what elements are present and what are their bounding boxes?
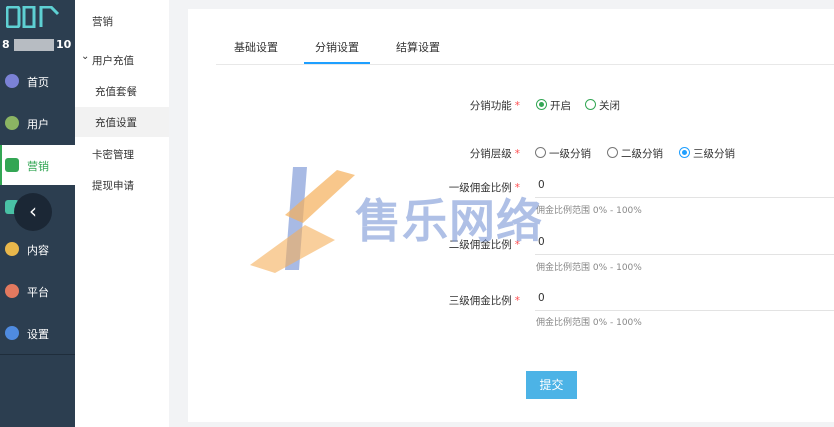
tab-distribution[interactable]: 分销设置 (315, 39, 359, 55)
nav-item-home[interactable]: 首页 (0, 61, 75, 101)
watermark-logo-icon (250, 167, 355, 273)
submenu-item-label: 充值套餐 (95, 86, 137, 98)
submit-button[interactable]: 提交 (526, 371, 577, 399)
submenu-title-label: 营销 (92, 16, 113, 28)
nav-item-label: 营销 (27, 160, 49, 173)
tabs-divider (216, 64, 834, 65)
account-id: 8 10 (0, 38, 75, 52)
marketing-icon (5, 158, 19, 172)
submenu-item-label: 充值设置 (95, 117, 137, 129)
main-sidebar: 8 10 首页 用户 营销 应用 内容 平台 设置 ‹ (0, 0, 75, 427)
settings-icon (5, 326, 19, 340)
nav-item-label: 内容 (27, 244, 49, 257)
submenu-group-recharge[interactable]: ⌄ 用户充值 (75, 45, 169, 75)
radio-unchecked-icon (585, 99, 596, 110)
nav-item-content[interactable]: 内容 (0, 229, 75, 269)
radio-checked-icon (536, 99, 547, 110)
chevron-down-icon: ⌄ (81, 51, 90, 62)
tab-settlement[interactable]: 结算设置 (396, 39, 440, 55)
rate2-input[interactable]: 0 (535, 234, 834, 255)
rate3-label: 三级佣金比例 * (448, 295, 520, 307)
nav-item-label: 平台 (27, 286, 49, 299)
submenu-item-card-management[interactable]: 卡密管理 (75, 139, 169, 169)
nav-item-marketing[interactable]: 营销 (0, 145, 75, 185)
account-id-prefix: 8 (2, 38, 10, 51)
radio-unchecked-icon (607, 147, 618, 158)
radio-checked-icon (679, 147, 690, 158)
submenu-item-recharge-package[interactable]: 充值套餐 (75, 76, 169, 106)
account-id-mask (14, 39, 54, 51)
required-mark: * (514, 295, 520, 307)
level-label: 分销层级 * (469, 148, 520, 160)
rate3-hint: 佣金比例范围 0% - 100% (536, 318, 642, 328)
required-mark: * (514, 148, 520, 160)
nav-item-label: 用户 (27, 118, 49, 131)
submenu-title: 营销 (75, 6, 169, 36)
submenu-item-label: 提现申请 (92, 180, 134, 192)
logo-icon (6, 6, 60, 28)
radio-unchecked-icon (535, 147, 546, 158)
rate2-hint: 佣金比例范围 0% - 100% (536, 263, 642, 273)
submenu: 营销 ⌄ 用户充值 充值套餐 充值设置 卡密管理 提现申请 (75, 0, 169, 427)
nav-item-user[interactable]: 用户 (0, 103, 75, 143)
function-label: 分销功能 * (469, 100, 520, 112)
submenu-group-label: 用户充值 (92, 55, 134, 67)
collapse-sidebar-button[interactable]: ‹ (14, 193, 52, 231)
watermark-text: 售乐网络 (355, 194, 543, 248)
content-icon (5, 242, 19, 256)
rate3-input[interactable]: 0 (535, 290, 834, 311)
nav-item-platform[interactable]: 平台 (0, 271, 75, 311)
submenu-item-label: 卡密管理 (92, 149, 134, 161)
nav-item-settings[interactable]: 设置 (0, 313, 75, 353)
required-mark: * (514, 100, 520, 112)
account-id-suffix: 10 (56, 38, 72, 51)
submenu-item-withdraw[interactable]: 提现申请 (75, 170, 169, 200)
submenu-item-recharge-settings[interactable]: 充值设置 (75, 107, 169, 137)
tab-basic[interactable]: 基础设置 (234, 39, 278, 55)
sidebar-divider (0, 354, 75, 355)
rate1-input[interactable]: 0 (535, 177, 834, 198)
nav-item-label: 设置 (27, 328, 49, 341)
nav-item-label: 首页 (27, 76, 49, 89)
rate1-hint: 佣金比例范围 0% - 100% (536, 206, 642, 216)
home-icon (5, 74, 19, 88)
user-icon (5, 116, 19, 130)
platform-icon (5, 284, 19, 298)
